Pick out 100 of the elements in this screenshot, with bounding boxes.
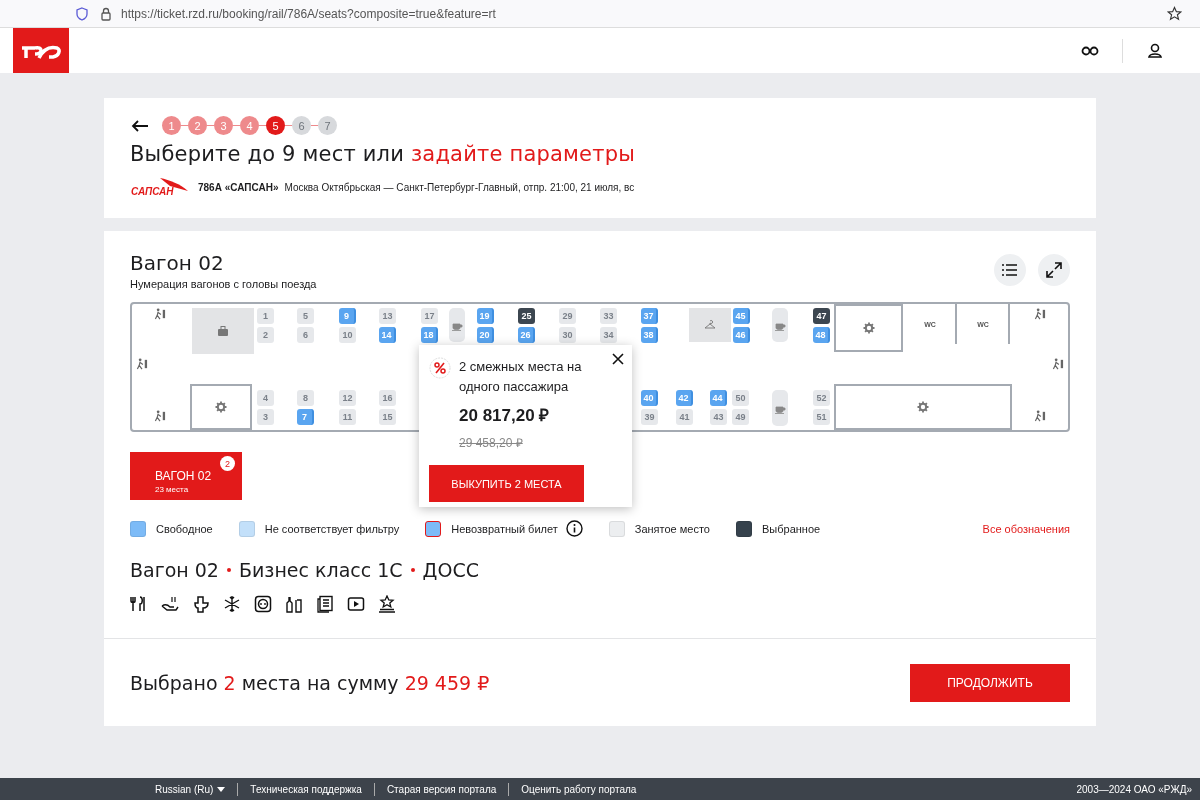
expand-icon <box>1044 260 1064 280</box>
seat[interactable]: 51 <box>813 409 830 425</box>
caret-icon <box>217 786 226 792</box>
wagon-title: Вагон 02 <box>130 251 225 275</box>
seat[interactable]: 7 <box>297 409 314 425</box>
wagon-tab[interactable]: ВАГОН 02 23 места 2 <box>130 452 242 500</box>
seat[interactable]: 39 <box>641 409 658 425</box>
seat[interactable]: 40 <box>641 390 658 406</box>
footer-link[interactable]: Техническая поддержка <box>250 783 362 795</box>
wagon-class-info: Бизнес класс 1С <box>238 559 403 581</box>
bottles-icon <box>285 595 303 613</box>
snowflake-icon <box>223 595 241 613</box>
seat[interactable]: 18 <box>421 327 438 343</box>
copyright: 2003—2024 ОАО «РЖД» <box>1076 783 1192 795</box>
language-selector[interactable]: Russian (Ru) <box>155 783 226 795</box>
info-icon[interactable] <box>565 520 583 537</box>
seat[interactable]: 5 <box>297 308 314 324</box>
expand-button[interactable] <box>1038 254 1070 286</box>
address-bar-url[interactable]: https://ticket.rzd.ru/booking/rail/786A/seats?composite=true&feature=rt <box>121 6 496 21</box>
seat[interactable]: 29 <box>559 308 576 324</box>
seat[interactable]: 48 <box>813 327 830 343</box>
legend-label: Выбранное <box>762 522 821 535</box>
exit-icon <box>154 410 166 422</box>
wagon-tab-label: ВАГОН 02 <box>155 469 213 483</box>
buy-seats-button[interactable]: ВЫКУПИТЬ 2 МЕСТА <box>429 465 584 502</box>
all-legend-link[interactable]: Все обозначения <box>982 522 1070 535</box>
seat[interactable]: 13 <box>379 308 396 324</box>
seat[interactable]: 49 <box>732 409 749 425</box>
footer-link[interactable]: Оценить работу портала <box>521 783 637 795</box>
seat[interactable]: 38 <box>641 327 658 343</box>
list-view-button[interactable] <box>994 254 1026 286</box>
old-price: 29 458,20 ₽ <box>459 435 524 451</box>
exit-icon <box>154 308 166 320</box>
gear-icon <box>215 401 227 413</box>
seat[interactable]: 14 <box>379 327 396 343</box>
seat[interactable]: 44 <box>710 390 727 406</box>
seat[interactable]: 41 <box>676 409 693 425</box>
seat[interactable]: 46 <box>733 327 750 343</box>
wagon-numbering-note: Нумерация вагонов с головы поезда <box>130 278 317 290</box>
footer-link[interactable]: Старая версия портала <box>386 783 497 795</box>
step-indicator[interactable]: 1 <box>162 116 181 135</box>
back-arrow-icon[interactable] <box>130 117 150 134</box>
seat[interactable]: 43 <box>710 409 727 425</box>
seat[interactable]: 17 <box>421 308 438 324</box>
gear-icon <box>917 401 929 413</box>
step-indicator[interactable]: 6 <box>292 116 311 135</box>
seat[interactable]: 20 <box>477 327 494 343</box>
discount-icon <box>429 357 451 379</box>
seat[interactable]: 3 <box>257 409 274 425</box>
step-indicator[interactable]: 7 <box>318 116 337 135</box>
wagon-class-info: Вагон 02 <box>130 559 219 581</box>
seat[interactable]: 16 <box>379 390 396 406</box>
seat[interactable]: 9 <box>339 308 356 324</box>
seat[interactable]: 8 <box>297 390 314 406</box>
logo-icon[interactable] <box>13 28 69 73</box>
parameters-link[interactable]: задайте параметры <box>410 142 635 166</box>
suitcase-icon <box>217 325 229 337</box>
seat[interactable]: 2 <box>257 327 274 343</box>
newspaper-icon <box>316 595 334 613</box>
seat[interactable]: 52 <box>813 390 830 406</box>
step-indicator[interactable]: 3 <box>214 116 233 135</box>
wagon-class-info: ДОСС <box>422 559 479 581</box>
seat[interactable]: 34 <box>600 327 617 343</box>
offer-description: 2 смежных места на одного пассажира <box>459 358 583 396</box>
power-socket-icon <box>254 595 272 613</box>
gear-icon <box>862 322 875 334</box>
seat[interactable]: 11 <box>339 409 356 425</box>
seat[interactable]: 30 <box>559 327 576 343</box>
seat[interactable]: 15 <box>379 409 396 425</box>
step-indicator[interactable]: 4 <box>240 116 259 135</box>
seat[interactable]: 26 <box>518 327 535 343</box>
seat[interactable]: 47 <box>813 308 830 324</box>
seat[interactable]: 42 <box>676 390 693 406</box>
seat-count: 23 места <box>155 485 190 494</box>
seat[interactable]: 37 <box>641 308 658 324</box>
offer-price: 20 817,20 ₽ <box>459 405 551 426</box>
selection-total: Выбрано 2 места на сумму 29 459 ₽ <box>130 671 490 694</box>
seat[interactable]: 50 <box>732 390 749 406</box>
seat[interactable]: 25 <box>518 308 535 324</box>
exit-icon <box>1034 410 1046 422</box>
sapsan-logo: САПСАН <box>130 176 190 198</box>
legend-label: Свободное <box>156 522 213 535</box>
seat[interactable]: 6 <box>297 327 314 343</box>
seat[interactable]: 33 <box>600 308 617 324</box>
seat[interactable]: 19 <box>477 308 494 324</box>
step-indicator[interactable]: 5 <box>266 116 285 135</box>
exit-icon <box>136 358 148 370</box>
step-indicator[interactable]: 2 <box>188 116 207 135</box>
seat[interactable]: 4 <box>257 390 274 406</box>
seat[interactable]: 45 <box>733 308 750 324</box>
fork-knife-icon <box>130 595 148 613</box>
seat[interactable]: 10 <box>339 327 356 343</box>
close-icon[interactable] <box>612 353 624 365</box>
seat[interactable]: 12 <box>339 390 356 406</box>
seat[interactable]: 1 <box>257 308 274 324</box>
bookmark-star-icon[interactable] <box>1167 6 1182 21</box>
hand-serving-icon <box>161 595 179 613</box>
continue-button[interactable]: ПРОДОЛЖИТЬ <box>910 663 1070 702</box>
legend-label: Не соответствует фильтру <box>264 522 400 535</box>
legend-label: Занятое место <box>634 522 710 535</box>
